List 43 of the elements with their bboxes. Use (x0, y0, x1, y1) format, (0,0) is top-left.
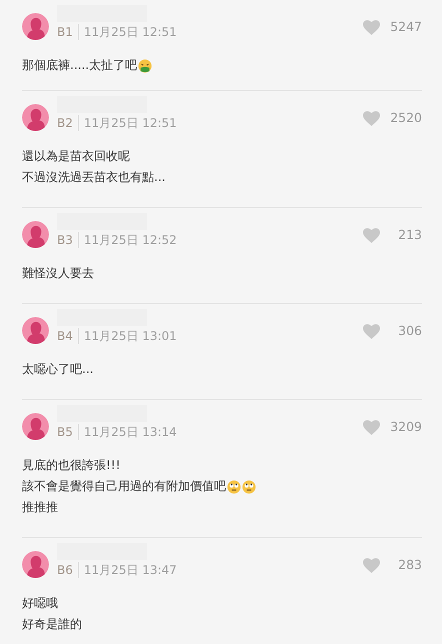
comment-text: 該不會是覺得自己用過的有附加價值吧 (22, 478, 226, 495)
comment-text: 見底的也很誇張!!! (22, 457, 120, 474)
floor-number: B2 (57, 115, 79, 131)
comment-text: 不過沒洗過丟苗衣也有點... (22, 169, 166, 186)
comment-text: 難怪沒人要去 (22, 265, 94, 282)
floor-number: B6 (57, 562, 79, 578)
eye-roll-face-icon (242, 480, 256, 494)
avatar-icon (22, 13, 49, 40)
avatar-icon (22, 104, 49, 131)
floor-number: B5 (57, 424, 79, 440)
comment-time: 11月25日 12:51 (84, 24, 177, 40)
comment-time: 11月25日 12:51 (84, 115, 177, 131)
comment-text: 太噁心了吧... (22, 361, 94, 378)
comment-text: 還以為是苗衣回收呢 (22, 148, 130, 165)
comment-time: 11月25日 12:52 (84, 232, 177, 248)
heart-icon[interactable] (363, 20, 380, 35)
avatar-icon (22, 317, 49, 344)
like-count: 2520 (389, 109, 422, 127)
like-count: 5247 (389, 18, 422, 36)
comment-time: 11月25日 13:01 (84, 328, 177, 344)
like-count: 306 (397, 322, 422, 340)
floor-number: B3 (57, 232, 79, 248)
like-count: 3209 (389, 418, 422, 436)
avatar-icon (22, 551, 49, 578)
comment-text: 好噁哦 (22, 595, 58, 612)
like-count: 283 (397, 556, 422, 574)
like-count: 213 (397, 226, 422, 244)
floor-number: B4 (57, 328, 79, 344)
heart-icon[interactable] (363, 110, 380, 126)
comment-text: 好奇是誰的 (22, 616, 82, 633)
comment-text: 推推推 (22, 499, 58, 516)
comment-time: 11月25日 13:14 (84, 424, 177, 440)
heart-icon[interactable] (363, 228, 380, 243)
vomiting-face-icon (138, 58, 152, 72)
comment-text: 那個底褲.....太扯了吧 (22, 57, 138, 74)
avatar-icon (22, 221, 49, 248)
comment-time: 11月25日 13:47 (84, 562, 177, 578)
heart-icon[interactable] (363, 324, 380, 339)
floor-number: B1 (57, 24, 79, 40)
heart-icon[interactable] (363, 420, 380, 435)
avatar-icon (22, 413, 49, 440)
heart-icon[interactable] (363, 558, 380, 573)
eye-roll-face-icon (227, 480, 241, 494)
